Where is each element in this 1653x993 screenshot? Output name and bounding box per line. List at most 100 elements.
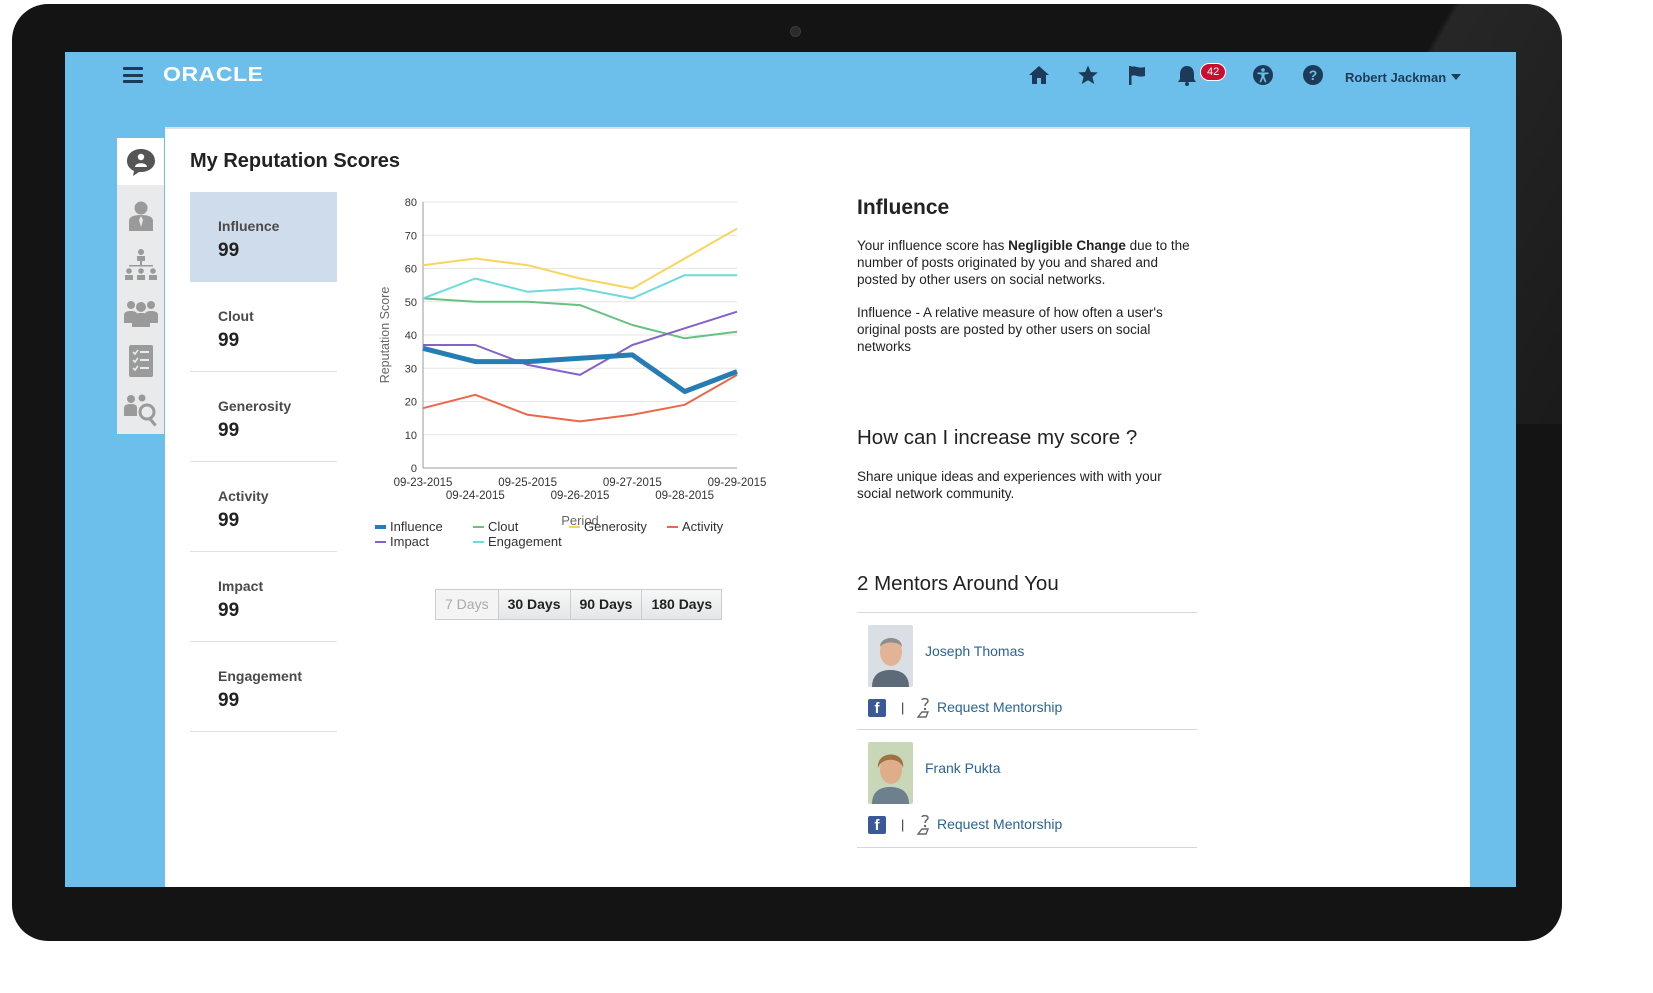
y-tick-label: 10	[405, 430, 417, 442]
legend-label: Generosity	[584, 519, 647, 534]
score-label: Generosity	[218, 398, 292, 414]
series-line-influence	[422, 345, 738, 394]
score-label: Influence	[218, 218, 280, 234]
y-tick-label: 30	[405, 363, 417, 375]
checklist-icon[interactable]	[117, 337, 164, 384]
mentor-photo-frank-pukta	[868, 742, 913, 804]
app-screen: ORACLE 42 ? Robert Jackman My Reputation…	[65, 52, 1516, 887]
score-value: 99	[218, 420, 240, 441]
series-line-clout	[422, 297, 738, 340]
facebook-icon[interactable]: f	[868, 699, 886, 717]
person-icon[interactable]	[117, 192, 164, 239]
y-tick-label: 50	[405, 297, 417, 309]
range-button-90-days[interactable]: 90 Days	[569, 589, 643, 620]
x-tick-label: 09-24-2015	[446, 490, 505, 502]
legend-label: Influence	[390, 519, 443, 534]
notification-icon[interactable]	[1175, 64, 1199, 88]
detail-desc-pre: Your influence score has	[857, 238, 1009, 253]
detail-desc-bold: Negligible Change	[1008, 238, 1126, 253]
score-value: 99	[218, 240, 240, 261]
team-icon[interactable]	[117, 289, 164, 336]
score-value: 99	[218, 600, 240, 621]
range-button-180-days[interactable]: 180 Days	[641, 589, 723, 620]
score-item-impact[interactable]: Impact 99	[190, 552, 337, 642]
accessibility-icon[interactable]	[1251, 64, 1275, 88]
x-tick-label: 09-25-2015	[498, 477, 557, 489]
score-label: Clout	[218, 308, 254, 324]
divider	[857, 729, 1197, 730]
svg-text:?: ?	[1309, 67, 1318, 83]
legend-label: Activity	[682, 519, 724, 534]
score-item-engagement[interactable]: Engagement 99	[190, 642, 337, 732]
score-value: 99	[218, 330, 240, 351]
x-tick-label: 09-28-2015	[655, 490, 714, 502]
y-tick-label: 80	[405, 197, 417, 209]
x-tick-label: 09-23-2015	[394, 477, 453, 489]
range-button-30-days[interactable]: 30 Days	[497, 589, 571, 620]
main-panel: My Reputation Scores Influence 99 Clout …	[165, 127, 1470, 887]
score-value: 99	[218, 510, 240, 531]
mentor-photo-joseph-thomas	[868, 625, 913, 687]
score-value: 99	[218, 690, 240, 711]
detail-description: Your influence score has Negligible Chan…	[857, 237, 1202, 288]
mentorship-icon	[916, 697, 932, 723]
increase-text: Share unique ideas and experiences with …	[857, 469, 1162, 501]
divider	[857, 612, 1197, 613]
request-mentorship-link[interactable]: Request Mentorship	[937, 816, 1062, 832]
y-tick-label: 20	[405, 397, 417, 409]
mentor-name-link[interactable]: Frank Pukta	[925, 760, 1000, 776]
score-item-generosity[interactable]: Generosity 99	[190, 372, 337, 462]
legend-label: Clout	[488, 519, 519, 534]
series-line-impact	[423, 310, 738, 376]
star-icon[interactable]	[1076, 64, 1100, 88]
score-item-influence[interactable]: Influence 99	[190, 192, 337, 282]
tablet-frame: ORACLE 42 ? Robert Jackman My Reputation…	[12, 4, 1562, 941]
range-button-group: 7 Days 30 Days 90 Days 180 Days	[435, 589, 723, 620]
left-rail	[117, 138, 164, 434]
score-label: Impact	[218, 578, 264, 594]
detail-heading: Influence	[857, 196, 950, 219]
oracle-logo: ORACLE	[163, 64, 264, 86]
chevron-down-icon	[1451, 74, 1462, 80]
legend-label: Impact	[390, 534, 429, 549]
notification-badge: 42	[1200, 63, 1227, 81]
y-tick-label: 60	[405, 264, 417, 276]
home-icon[interactable]	[1027, 64, 1051, 88]
mentor-name-link[interactable]: Joseph Thomas	[925, 643, 1024, 659]
page-title: My Reputation Scores	[190, 150, 401, 172]
y-axis-label: Reputation Score	[378, 287, 392, 384]
score-list: Influence 99 Clout 99 Generosity 99 Acti…	[190, 192, 337, 732]
mentorship-icon	[916, 814, 932, 840]
camera	[790, 26, 801, 37]
org-chart-icon[interactable]	[117, 240, 164, 287]
menu-icon[interactable]	[123, 67, 143, 83]
score-label: Activity	[218, 488, 269, 504]
reputation-icon[interactable]	[117, 138, 164, 185]
detail-definition: Influence - A relative measure of how of…	[857, 305, 1163, 354]
x-tick-label: 09-27-2015	[603, 477, 662, 489]
x-tick-label: 09-26-2015	[551, 490, 610, 502]
reputation-line-chart: 0102030405060708009-23-201509-24-201509-…	[375, 197, 767, 549]
separator: |	[901, 700, 905, 715]
range-button-7-days[interactable]: 7 Days	[435, 589, 499, 620]
legend-label: Engagement	[488, 534, 562, 549]
y-tick-label: 40	[405, 330, 417, 342]
facebook-icon[interactable]: f	[868, 816, 886, 834]
score-item-clout[interactable]: Clout 99	[190, 282, 337, 372]
increase-heading: How can I increase my score ?	[857, 426, 1138, 449]
mentors-heading: 2 Mentors Around You	[857, 572, 1059, 595]
score-item-activity[interactable]: Activity 99	[190, 462, 337, 552]
y-tick-label: 70	[405, 230, 417, 242]
request-mentorship-link[interactable]: Request Mentorship	[937, 699, 1062, 715]
divider	[857, 847, 1197, 848]
flag-icon[interactable]	[1125, 64, 1149, 88]
score-label: Engagement	[218, 668, 303, 684]
help-icon[interactable]: ?	[1301, 64, 1325, 88]
user-menu[interactable]: Robert Jackman	[1345, 70, 1462, 85]
x-tick-label: 09-29-2015	[708, 477, 767, 489]
people-search-icon[interactable]	[117, 386, 164, 433]
separator: |	[901, 817, 905, 832]
series-line-activity	[422, 374, 738, 423]
user-name: Robert Jackman	[1345, 70, 1447, 85]
y-tick-label: 0	[411, 463, 417, 475]
